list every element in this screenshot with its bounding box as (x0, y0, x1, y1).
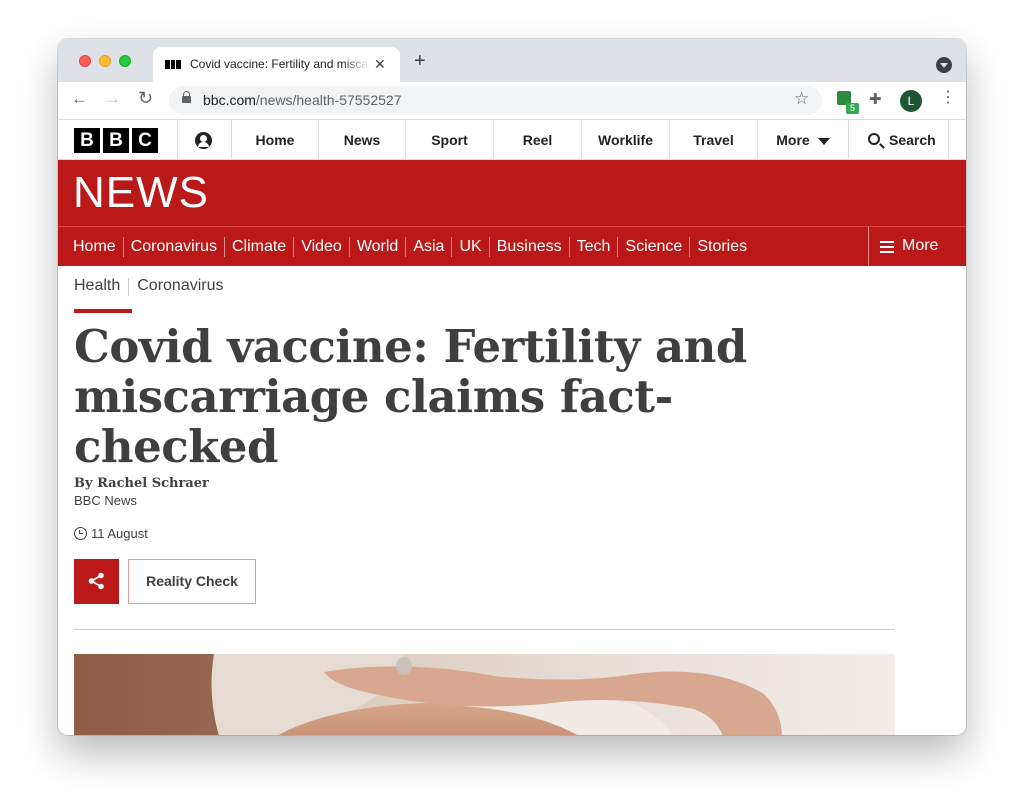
url-domain: bbc.com (203, 92, 256, 108)
article-hero-image (74, 654, 895, 735)
divider (177, 120, 178, 160)
pregnant-belly-photo (74, 654, 895, 735)
profile-avatar[interactable]: L (900, 90, 922, 112)
divider (948, 120, 949, 160)
news-nav-coronavirus[interactable]: Coronavirus (122, 237, 224, 257)
news-more-label: More (902, 237, 939, 254)
divider (74, 629, 895, 630)
bbc-logo-letter: B (103, 128, 129, 153)
search-icon[interactable] (868, 133, 880, 145)
tab-strip: Covid vaccine: Fertility and miscarriage… (58, 39, 966, 82)
news-banner: NEWS (58, 160, 966, 226)
bbc-logo-letter: C (132, 128, 158, 153)
reload-button[interactable]: ↻ (138, 89, 153, 107)
forward-button[interactable]: → (104, 90, 121, 107)
bbc-nav-travel[interactable]: Travel (670, 120, 757, 160)
news-nav-asia[interactable]: Asia (405, 237, 451, 257)
news-nav-climate[interactable]: Climate (223, 237, 293, 257)
bbc-nav-more[interactable]: More (758, 120, 848, 160)
extension-badge: 5 (846, 103, 859, 114)
url-text[interactable]: bbc.com/news/health-57552527 (203, 92, 401, 108)
news-nav-video[interactable]: Video (293, 237, 349, 257)
new-tab-button[interactable]: + (414, 51, 426, 71)
browser-tab[interactable]: Covid vaccine: Fertility and miscarriage… (153, 47, 400, 82)
browser-menu-icon[interactable]: ⋮ (940, 90, 956, 106)
news-nav-stories[interactable]: Stories (689, 237, 754, 257)
author-org: BBC News (74, 493, 137, 508)
news-logo[interactable]: NEWS (73, 171, 209, 215)
url-path: /news/health-57552527 (255, 92, 402, 108)
bbc-logo-letter: B (74, 128, 100, 153)
subnav-coronavirus[interactable]: Coronavirus (137, 277, 231, 307)
web-page: B B C Home News Sport Reel Worklife Trav… (58, 120, 966, 735)
account-icon[interactable] (195, 132, 212, 149)
news-nav-science[interactable]: Science (617, 237, 689, 257)
bbc-search-button[interactable]: Search (889, 120, 936, 160)
divider (848, 120, 849, 160)
news-nav-business[interactable]: Business (488, 237, 569, 257)
share-button[interactable] (74, 559, 119, 604)
news-nav-tech[interactable]: Tech (568, 237, 618, 257)
bbc-nav-sport[interactable]: Sport (406, 120, 493, 160)
divider (128, 278, 130, 296)
caret-down-icon (817, 137, 830, 145)
clock-icon (74, 527, 87, 540)
bbc-nav-home[interactable]: Home (232, 120, 318, 160)
topic-subnav: Health Coronavirus (74, 277, 232, 313)
minimize-window-button[interactable] (99, 55, 111, 67)
subnav-health[interactable]: Health (74, 277, 133, 313)
extensions-puzzle-icon[interactable]: ✚ (869, 90, 882, 108)
bbc-global-nav: B B C Home News Sport Reel Worklife Trav… (58, 120, 966, 160)
close-window-button[interactable] (79, 55, 91, 67)
publish-date: 11 August (74, 526, 148, 541)
news-section-nav: Home Coronavirus Climate Video World Asi… (58, 226, 966, 267)
tab-title: Covid vaccine: Fertility and miscarriage… (190, 57, 370, 71)
share-icon (88, 572, 104, 590)
browser-toolbar: ← → ↻ bbc.com/news/health-57552527 ☆ 5 ✚… (58, 82, 966, 120)
reality-check-tag[interactable]: Reality Check (128, 559, 256, 604)
bbc-logo[interactable]: B B C (74, 128, 158, 153)
news-nav-list: Home Coronavirus Climate Video World Asi… (73, 227, 754, 267)
bookmark-star-icon[interactable]: ☆ (794, 89, 809, 109)
browser-window: Covid vaccine: Fertility and miscarriage… (58, 39, 966, 735)
lock-icon[interactable] (182, 91, 191, 103)
article-headline: Covid vaccine: Fertility and miscarriage… (74, 320, 747, 473)
news-nav-world[interactable]: World (348, 237, 406, 257)
publish-date-text: 11 August (91, 526, 148, 541)
tab-search-icon[interactable] (936, 57, 952, 73)
bbc-nav-worklife[interactable]: Worklife (582, 120, 669, 160)
news-more-button[interactable]: More (868, 227, 966, 267)
tab-close-icon[interactable]: ✕ (374, 56, 386, 73)
bbc-nav-more-label: More (776, 132, 810, 148)
hamburger-icon (880, 241, 894, 253)
author-name: By Rachel Schraer (74, 476, 209, 491)
address-bar[interactable]: bbc.com/news/health-57552527 ☆ (169, 86, 822, 115)
news-nav-uk[interactable]: UK (451, 237, 488, 257)
maximize-window-button[interactable] (119, 55, 131, 67)
bbc-nav-news[interactable]: News (319, 120, 405, 160)
bbc-nav-reel[interactable]: Reel (494, 120, 581, 160)
bbc-favicon-icon (165, 60, 182, 69)
news-nav-home[interactable]: Home (73, 237, 123, 257)
back-button[interactable]: ← (71, 90, 88, 107)
